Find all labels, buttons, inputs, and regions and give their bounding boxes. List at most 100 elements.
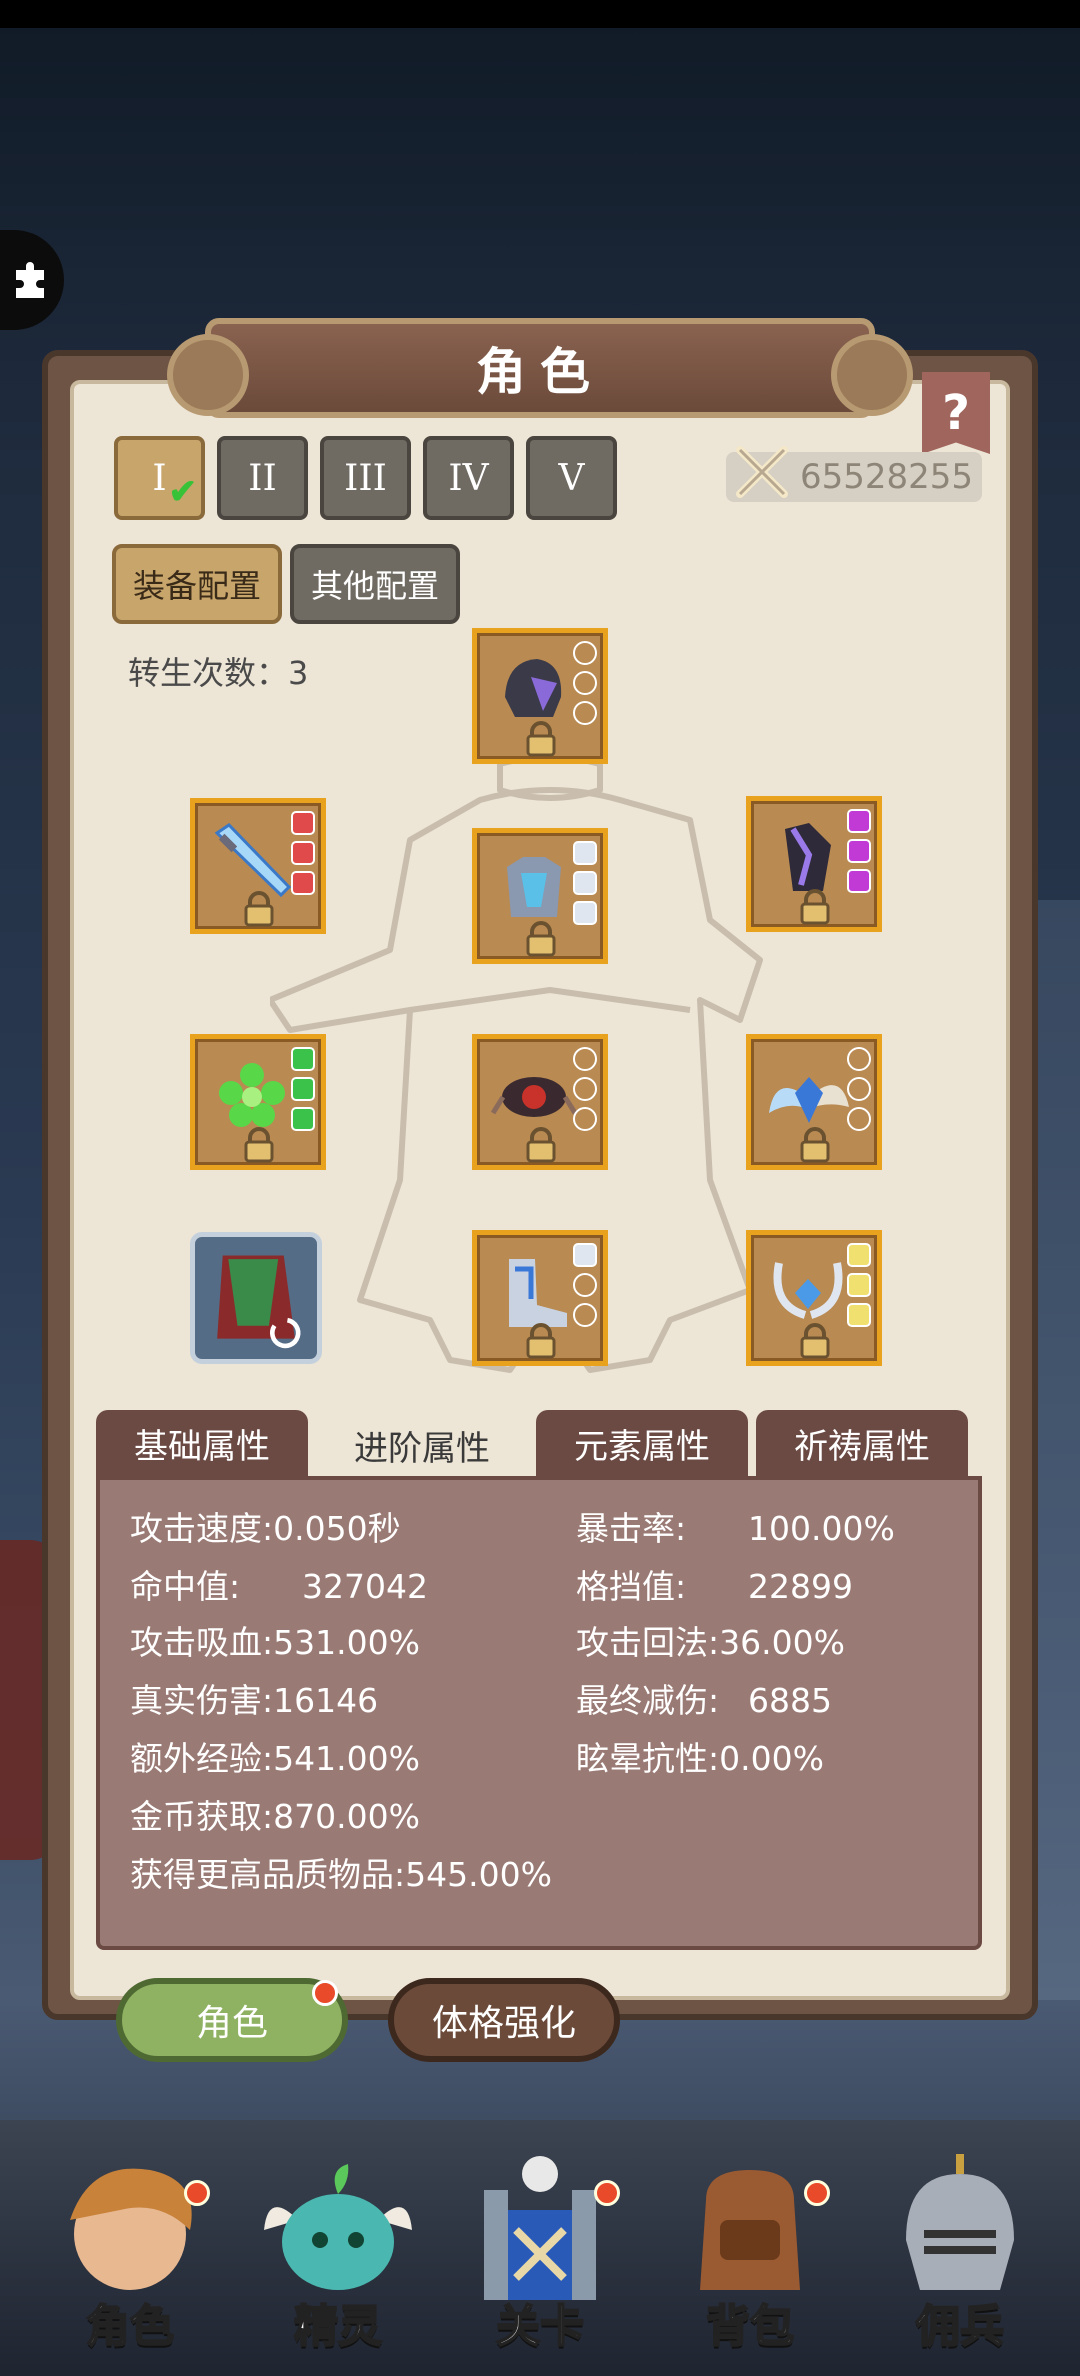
- physique-tab-button[interactable]: 体格强化: [388, 1978, 620, 2062]
- boots-slot[interactable]: [472, 1230, 608, 1366]
- spirit-icon: [264, 2164, 412, 2290]
- nav-label: 背包: [705, 2300, 795, 2353]
- gem-socket: [573, 841, 597, 865]
- lock-icon: [244, 891, 274, 927]
- stat-row: 命中值: 327042: [130, 1560, 428, 1608]
- wings-slot[interactable]: [746, 1034, 882, 1170]
- stat-label: 格挡值:: [576, 1567, 687, 1606]
- gem-socket: [291, 841, 315, 865]
- stat-row: 眩晕抗性:0.00%: [576, 1732, 824, 1780]
- stat-label: 获得更高品质物品:: [130, 1855, 406, 1894]
- nav-role[interactable]: 角色: [30, 2140, 230, 2370]
- gem-sockets: [573, 641, 597, 725]
- stat-value: 870.00%: [273, 1797, 420, 1836]
- tab-prayer-attributes[interactable]: 祈祷属性: [756, 1410, 968, 1476]
- lock-icon: [800, 889, 830, 925]
- stat-value: 16146: [273, 1681, 379, 1720]
- tier-tab-4[interactable]: IV: [423, 436, 514, 520]
- necklace-slot[interactable]: [746, 1230, 882, 1366]
- gem-socket: [847, 809, 871, 833]
- ring-slot[interactable]: [190, 1034, 326, 1170]
- gem-socket: [573, 641, 597, 665]
- stat-value: 541.00%: [273, 1739, 420, 1778]
- armor-slot[interactable]: [472, 828, 608, 964]
- weapon-slot[interactable]: [190, 798, 326, 934]
- stat-value: 545.00%: [405, 1855, 552, 1894]
- tier-label: II: [248, 457, 277, 499]
- stat-row: 攻击吸血:531.00%: [130, 1616, 420, 1664]
- helmet-slot[interactable]: [472, 628, 608, 764]
- crossed-swords-icon: [736, 446, 788, 498]
- lock-icon: [526, 921, 556, 957]
- gem-socket: [573, 871, 597, 895]
- stat-label: 命中值:: [130, 1567, 241, 1606]
- gem-socket: [573, 901, 597, 925]
- gem-socket: [847, 839, 871, 863]
- lock-icon: [526, 1127, 556, 1163]
- gem-sockets: [291, 811, 315, 895]
- gem-socket: [847, 1107, 871, 1131]
- stat-row: 暴击率: 100.00%: [576, 1502, 895, 1550]
- notification-dot: [804, 2180, 830, 2206]
- side-menu-tab[interactable]: [0, 230, 64, 330]
- stat-row: 真实伤害:16146: [130, 1674, 378, 1722]
- tier-tab-3[interactable]: III: [320, 436, 411, 520]
- gem-sockets: [573, 1047, 597, 1131]
- tab-element-attributes[interactable]: 元素属性: [536, 1410, 748, 1476]
- stat-label: 额外经验:: [130, 1739, 274, 1778]
- notification-dot: [184, 2180, 210, 2206]
- tier-label: I: [152, 457, 167, 499]
- check-icon: ✔: [168, 472, 198, 512]
- tier-label: IV: [448, 457, 489, 499]
- lock-icon: [800, 1127, 830, 1163]
- gloves-slot[interactable]: [746, 796, 882, 932]
- belt-slot[interactable]: [472, 1034, 608, 1170]
- tab-basic-attributes[interactable]: 基础属性: [96, 1410, 308, 1476]
- gem-socket: [291, 1077, 315, 1101]
- gem-socket: [573, 1107, 597, 1131]
- gem-socket: [847, 869, 871, 893]
- backpack-icon: [700, 2170, 800, 2290]
- hero-portrait-icon: [70, 2168, 192, 2290]
- lock-icon: [244, 1127, 274, 1163]
- gem-sockets: [847, 809, 871, 893]
- stat-label: 金币获取:: [130, 1797, 274, 1836]
- stat-row: 金币获取:870.00%: [130, 1790, 420, 1838]
- nav-mercenary[interactable]: 佣兵: [860, 2140, 1060, 2370]
- costume-slot[interactable]: [190, 1232, 322, 1364]
- tier-tabs: I ✔ II III IV V: [114, 436, 617, 520]
- tier-tab-1[interactable]: I ✔: [114, 436, 205, 520]
- nav-backpack[interactable]: 背包: [650, 2140, 850, 2370]
- stat-value: 0.050秒: [273, 1509, 401, 1548]
- nav-label: 角色: [85, 2300, 175, 2353]
- tier-tab-5[interactable]: V: [526, 436, 617, 520]
- gem-socket: [573, 701, 597, 725]
- stat-label: 眩晕抗性:: [576, 1739, 720, 1778]
- nav-label: 精灵: [293, 2300, 383, 2353]
- tier-label: V: [558, 457, 585, 499]
- lock-icon: [526, 721, 556, 757]
- stat-value: 6885: [748, 1681, 832, 1720]
- stage-gate-icon: [484, 2156, 596, 2300]
- nav-label: 关卡: [495, 2300, 585, 2353]
- gem-socket: [847, 1273, 871, 1297]
- other-config-button[interactable]: 其他配置: [290, 544, 460, 624]
- gem-socket: [847, 1303, 871, 1327]
- help-icon: ?: [942, 385, 970, 441]
- equip-config-button[interactable]: 装备配置: [112, 544, 282, 624]
- gem-sockets: [291, 1047, 315, 1131]
- tier-tab-2[interactable]: II: [217, 436, 308, 520]
- nav-spirit[interactable]: 精灵: [238, 2140, 438, 2370]
- stat-label: 攻击速度:: [130, 1509, 274, 1548]
- help-button[interactable]: ?: [922, 372, 990, 454]
- stat-row: 格挡值: 22899: [576, 1560, 853, 1608]
- tab-advanced-attributes[interactable]: 进阶属性: [316, 1410, 528, 1480]
- gem-socket: [291, 1047, 315, 1071]
- costume-icon: [217, 1255, 301, 1349]
- gem-sockets: [573, 1243, 597, 1327]
- role-tab-button[interactable]: 角色: [116, 1978, 348, 2062]
- stat-row: 获得更高品质物品:545.00%: [130, 1848, 552, 1896]
- nav-label: 佣兵: [915, 2300, 1005, 2353]
- stat-value: 100.00%: [748, 1509, 895, 1548]
- nav-stage[interactable]: 关卡: [440, 2140, 640, 2370]
